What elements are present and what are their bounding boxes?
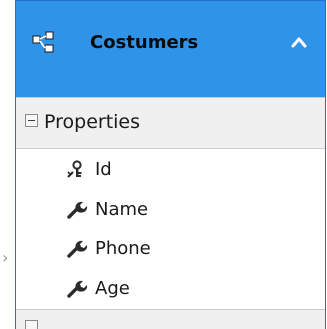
wrench-icon: [66, 239, 88, 259]
wrench-icon: [66, 200, 88, 220]
properties-section-label: Properties: [44, 111, 141, 133]
property-phone[interactable]: Phone: [16, 230, 325, 268]
collapse-button[interactable]: [285, 29, 313, 55]
navigation-section-header[interactable]: [16, 309, 325, 329]
diagram-canvas: › Costumers Properties Id Name Phone Age: [0, 0, 327, 329]
connector-arrow: ›: [2, 248, 9, 267]
entity-costumers[interactable]: Costumers Properties Id Name Phone Age: [15, 0, 326, 329]
entity-title: Costumers: [90, 32, 199, 53]
entity-header[interactable]: Costumers: [16, 1, 325, 97]
properties-list: Id Name Phone Age: [16, 149, 325, 309]
property-label: Phone: [95, 238, 151, 259]
entity-icon: [31, 29, 57, 55]
expand-toggle-icon[interactable]: [25, 320, 38, 329]
properties-section-header[interactable]: Properties: [16, 97, 325, 149]
property-label: Age: [95, 278, 130, 299]
property-label: Name: [95, 199, 149, 220]
chevron-up-icon: [291, 37, 307, 48]
collapse-toggle-icon[interactable]: [25, 114, 38, 127]
property-label: Id: [95, 159, 112, 180]
property-age[interactable]: Age: [16, 270, 325, 308]
property-name[interactable]: Name: [16, 191, 325, 229]
wrench-icon: [66, 279, 88, 299]
property-id[interactable]: Id: [16, 151, 325, 189]
key-icon: [66, 160, 88, 180]
